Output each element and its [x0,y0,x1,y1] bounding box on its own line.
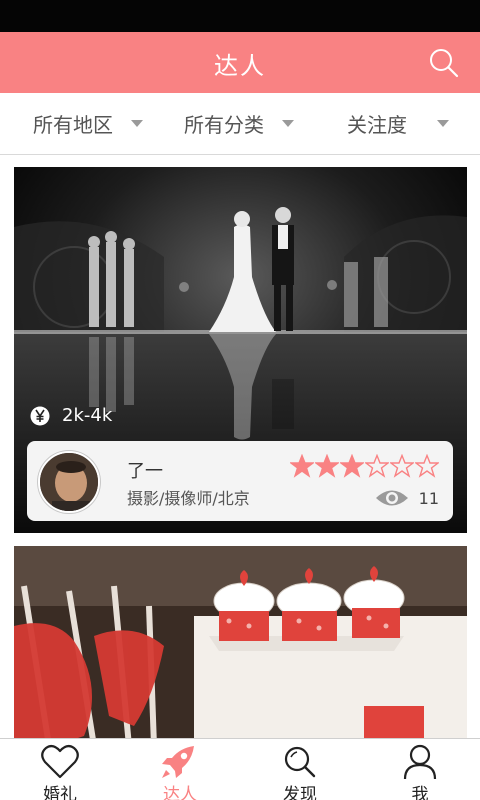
star-empty-icon [390,454,414,478]
eye-icon [375,490,408,506]
expert-card[interactable]: 2k-4k 了一 摄影/摄像师/北京 11 [14,167,467,533]
view-count: 11 [375,487,439,509]
tab-me-label: 我 [411,785,429,800]
page-title: 达人 [214,52,266,80]
expert-card[interactable] [14,546,467,738]
heart-icon [41,744,79,779]
rating-stars [289,454,439,478]
rocket-icon [162,746,194,778]
tab-experts-label: 达人 [163,785,197,800]
avatar-photo [40,453,98,511]
app-header: 达人 [0,32,480,93]
filter-region-dropdown[interactable]: 所有地区 [33,93,143,154]
caret-down-icon [282,120,294,127]
search-icon[interactable] [428,47,460,79]
caret-down-icon [437,120,449,127]
tab-wedding-label: 婚礼 [43,785,77,800]
expert-name: 了一 [127,461,163,482]
tab-experts[interactable]: 达人 [120,739,240,800]
caret-down-icon [131,120,143,127]
tab-me[interactable]: 我 [360,739,480,800]
star-filled-icon [290,454,314,478]
filter-category-label: 所有分类 [184,113,264,137]
status-bar [0,0,480,32]
bottom-tab-bar: 婚礼 达人 发现 我 [0,738,480,800]
filter-popularity-label: 关注度 [347,113,407,137]
yen-icon [30,406,50,425]
star-empty-icon [415,454,439,478]
tab-discover-label: 发现 [283,785,317,800]
wedding-cupcakes-photo [14,546,467,738]
person-icon [403,744,437,780]
price-text: 2k-4k [62,405,113,426]
tab-discover[interactable]: 发现 [240,739,360,800]
filter-popularity-dropdown[interactable]: 关注度 [347,93,449,154]
star-empty-icon [365,454,389,478]
views-count: 11 [418,488,439,508]
filter-bar: 所有地区 所有分类 关注度 [0,93,480,155]
expert-info-panel[interactable]: 了一 摄影/摄像师/北京 11 [27,441,453,521]
tab-wedding[interactable]: 婚礼 [0,739,120,800]
star-filled-icon [315,454,339,478]
expert-tags: 摄影/摄像师/北京 [127,489,250,508]
filter-region-label: 所有地区 [33,113,113,137]
price-range: 2k-4k [30,405,112,426]
star-filled-icon [340,454,364,478]
avatar[interactable] [38,451,100,513]
filter-category-dropdown[interactable]: 所有分类 [184,93,294,154]
search-icon [284,746,316,778]
expert-list[interactable]: 2k-4k 了一 摄影/摄像师/北京 11 [0,155,480,738]
